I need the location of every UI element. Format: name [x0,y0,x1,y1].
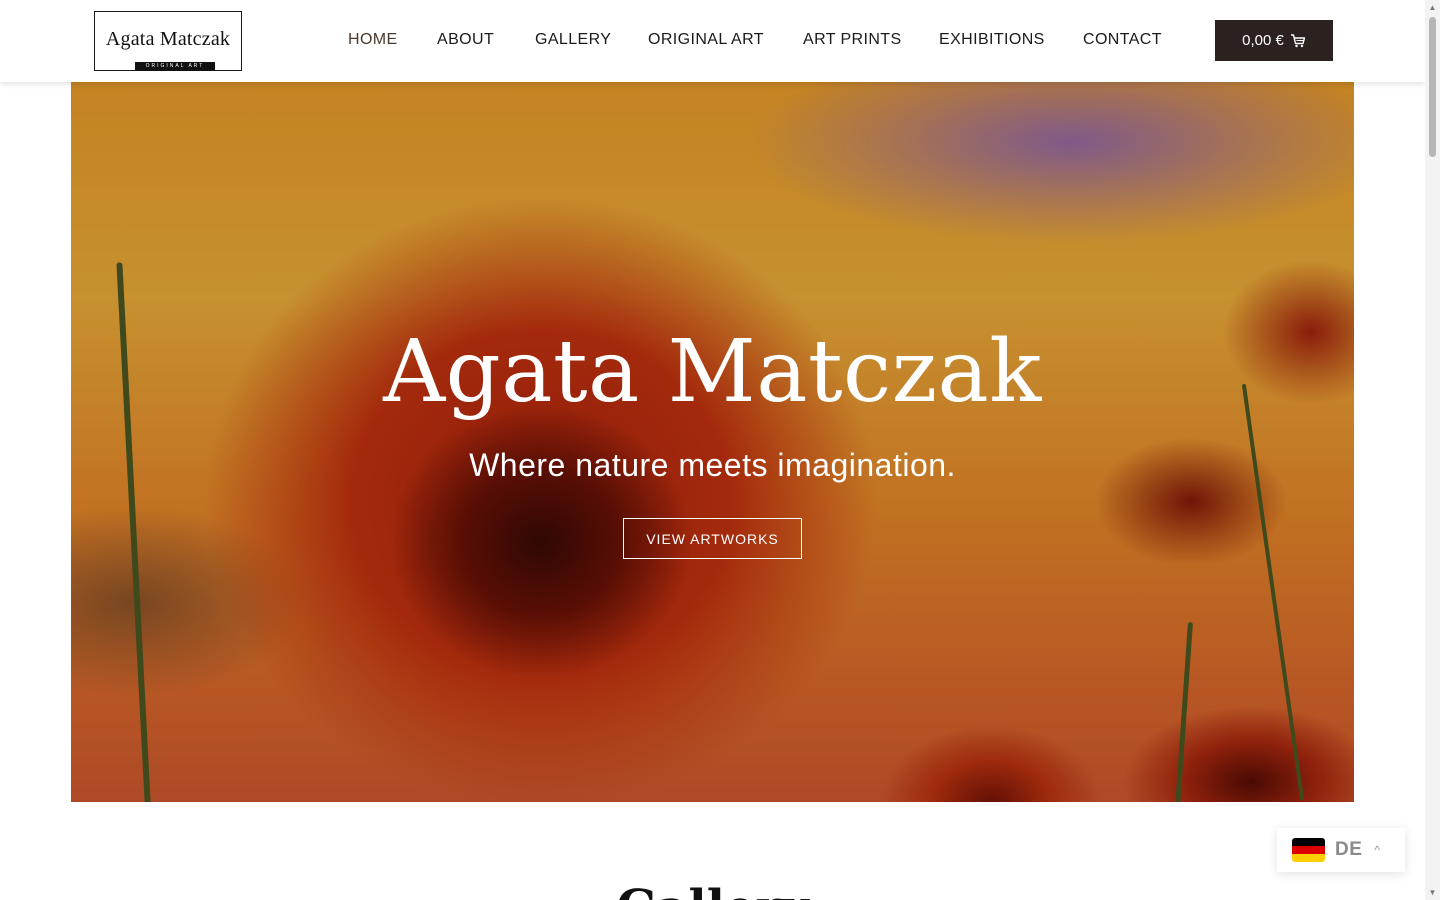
scrollbar-thumb[interactable] [1429,17,1436,157]
logo-subtitle: ORIGINAL ART [135,62,215,71]
logo-name: Agata Matczak [105,28,231,50]
nav-gallery[interactable]: GALLERY [535,31,611,49]
site-logo[interactable]: Agata Matczak ORIGINAL ART [94,11,242,71]
nav-contact[interactable]: CONTACT [1083,31,1162,49]
hero-title: Agata Matczak [383,322,1042,422]
hero-overlay [71,82,1354,802]
cart-button[interactable]: 0,00 € [1215,20,1333,61]
language-code: DE [1335,839,1363,860]
scroll-down-arrow-icon[interactable]: ▼ [1425,885,1440,900]
view-artworks-button[interactable]: VIEW ARTWORKS [623,518,802,559]
nav-exhibitions[interactable]: EXHIBITIONS [939,31,1045,49]
cart-amount: 0,00 € [1242,32,1284,49]
chevron-up-icon: ^ [1374,843,1381,857]
gallery-heading: Gallery [0,880,1425,900]
nav-art-prints[interactable]: ART PRINTS [803,31,902,49]
cart-icon [1290,33,1306,48]
site-header: Agata Matczak ORIGINAL ART HOME ABOUT GA… [0,0,1425,82]
page-scrollbar[interactable]: ▲ ▼ [1425,0,1440,900]
hero-banner: Agata Matczak Where nature meets imagina… [71,82,1354,802]
hero-subtitle: Where nature meets imagination. [469,447,956,483]
nav-home[interactable]: HOME [348,31,398,49]
german-flag-icon [1292,838,1325,862]
nav-about[interactable]: ABOUT [437,31,494,49]
scroll-up-arrow-icon[interactable]: ▲ [1425,0,1440,15]
nav-original-art[interactable]: ORIGINAL ART [648,31,764,49]
language-switcher[interactable]: DE ^ [1277,828,1405,872]
